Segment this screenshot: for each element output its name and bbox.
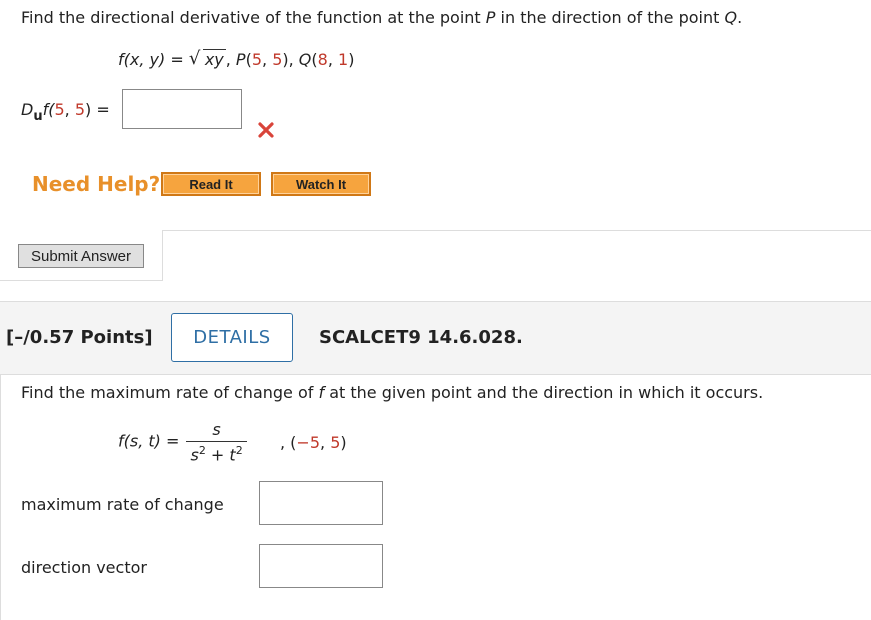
prompt-text: Find the maximum rate of change of <box>21 383 319 402</box>
exponent: 2 <box>235 444 243 457</box>
derivative-d: D <box>21 100 34 119</box>
separator: , <box>225 50 236 69</box>
label-y: 5 <box>74 100 86 119</box>
unit-vector-sub: u <box>33 109 43 124</box>
plus: + <box>205 445 230 465</box>
direction-vector-label: direction vector <box>21 558 147 577</box>
point-q-y: 1 <box>338 50 349 69</box>
point-q-name: Q <box>298 50 312 69</box>
point-x: −5 <box>296 433 321 452</box>
point-p-name: P <box>235 50 246 69</box>
sqrt-expression: √ xy <box>188 48 226 69</box>
question-2-prompt: Find the maximum rate of change of f at … <box>21 383 763 402</box>
comma: , <box>327 50 338 69</box>
points-label: [–/0.57 Points] <box>6 327 153 348</box>
course-code: SCALCET9 14.6.028. <box>319 327 523 348</box>
point-p-y: 5 <box>272 50 283 69</box>
prompt-text: . <box>737 8 743 27</box>
watch-it-button[interactable]: Watch It <box>271 172 371 196</box>
paren: ), <box>282 50 299 69</box>
divider <box>0 375 1 620</box>
point-p-x: 5 <box>251 50 263 69</box>
direction-vector-input[interactable] <box>259 544 383 588</box>
numerator: s <box>212 420 221 439</box>
incorrect-x-icon <box>258 122 274 138</box>
paren: , ( <box>280 433 297 452</box>
read-it-button[interactable]: Read It <box>161 172 261 196</box>
function-lhs: f(s, t) = <box>118 431 185 451</box>
exponent: 2 <box>198 444 206 457</box>
function-lhs: f(x, y) = <box>118 50 189 69</box>
denominator: s2 + t2 <box>186 441 247 465</box>
answer-label: Duf(5, 5) = <box>21 100 110 124</box>
max-rate-label: maximum rate of change <box>21 495 224 514</box>
details-button[interactable]: DETAILS <box>171 313 293 362</box>
comma: , <box>320 433 331 452</box>
equals: ) = <box>85 100 110 119</box>
paren: ) <box>340 433 347 452</box>
radicand: xy <box>202 49 226 69</box>
den-s: s <box>190 445 199 465</box>
question-1-function: f(x, y) = √ xy, P(5, 5), Q(8, 1) <box>118 48 355 69</box>
question-1-prompt: Find the directional derivative of the f… <box>21 8 742 27</box>
divider <box>162 230 871 231</box>
directional-derivative-input[interactable] <box>122 89 242 129</box>
question-2-point: , (−5, 5) <box>280 433 347 452</box>
question-2-function: f(s, t) = s s2 + t2 <box>118 420 249 464</box>
label-x: 5 <box>54 100 65 119</box>
point-q-symbol: Q <box>724 8 738 27</box>
paren: ) <box>348 50 355 69</box>
need-help-label: Need Help? <box>32 172 161 196</box>
max-rate-input[interactable] <box>259 481 383 525</box>
function-f: f( <box>42 100 55 119</box>
prompt-text: in the direction of the point <box>495 8 725 27</box>
prompt-text: at the given point and the direction in … <box>324 383 764 402</box>
prompt-text: Find the directional derivative of the f… <box>21 8 486 27</box>
point-y: 5 <box>330 433 341 452</box>
fraction: s s2 + t2 <box>186 420 247 465</box>
submit-answer-button[interactable]: Submit Answer <box>18 244 144 268</box>
point-p-symbol: P <box>485 8 496 27</box>
comma: , <box>64 100 75 119</box>
comma: , <box>262 50 273 69</box>
sqrt-icon: √ <box>188 48 201 69</box>
point-q-x: 8 <box>317 50 328 69</box>
